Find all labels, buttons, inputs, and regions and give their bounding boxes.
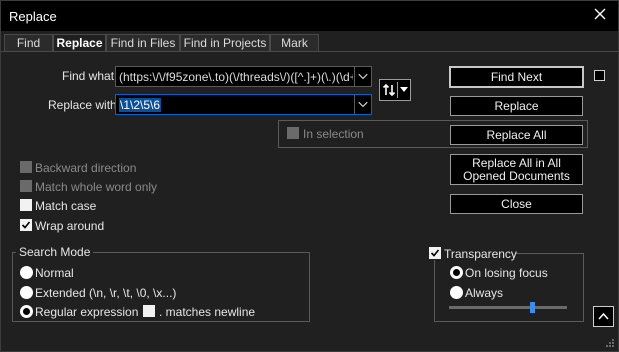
regex-label: Regular expression — [35, 305, 139, 319]
tab-find-in-files[interactable]: Find in Files — [106, 34, 180, 52]
search-mode-title: Search Mode — [16, 245, 94, 259]
checkmark-icon — [430, 249, 440, 257]
always-label: Always — [465, 286, 504, 300]
replace-all-button[interactable]: Replace All — [450, 125, 583, 145]
extended-label: Extended (\n, \r, \t, \0, \x...) — [35, 286, 177, 300]
caret-down-icon[interactable] — [399, 86, 409, 94]
checkmark-icon — [21, 221, 31, 229]
replace-with-input[interactable]: \1\2\5\6 — [119, 98, 353, 112]
chevron-down-icon[interactable] — [354, 95, 371, 114]
match-whole-word-checkbox[interactable] — [20, 180, 32, 192]
find-what-combo[interactable]: (https:\/\/f95zone\.to)(\/threads\/)([^.… — [115, 66, 372, 87]
replace-dialog: Replace Find Replace Find in Files Find … — [0, 0, 619, 352]
in-selection-checkbox[interactable] — [287, 127, 299, 139]
close-icon[interactable] — [592, 6, 608, 22]
swap-divider — [397, 82, 398, 98]
transparency-slider-thumb[interactable] — [530, 302, 535, 313]
tab-divider — [1, 51, 618, 52]
tab-find-in-projects[interactable]: Find in Projects — [180, 34, 270, 52]
match-case-checkbox[interactable] — [20, 199, 32, 211]
on-losing-focus-radio[interactable] — [450, 266, 463, 279]
extended-radio[interactable] — [20, 286, 33, 299]
match-case-label: Match case — [35, 199, 97, 213]
wrap-around-checkbox[interactable] — [20, 219, 32, 231]
on-losing-focus-label: On losing focus — [465, 266, 548, 280]
close-button[interactable]: Close — [450, 194, 583, 214]
match-whole-word-label: Match whole word only — [35, 180, 158, 194]
regex-radio[interactable] — [20, 305, 33, 318]
tab-find[interactable]: Find — [4, 34, 53, 52]
transparency-slider[interactable] — [449, 306, 567, 309]
transparency-checkbox[interactable] — [429, 247, 441, 259]
find-what-label: Find what: — [62, 69, 118, 83]
find-next-checkbox[interactable] — [594, 70, 605, 81]
replace-with-combo[interactable]: \1\2\5\6 — [115, 94, 372, 115]
replace-all-opened-button[interactable]: Replace All in All Opened Documents — [450, 154, 583, 185]
replace-button[interactable]: Replace — [450, 96, 583, 116]
matches-newline-checkbox[interactable] — [143, 305, 155, 317]
transparency-label: Transparency — [444, 247, 517, 261]
tab-mark[interactable]: Mark — [270, 34, 319, 52]
find-next-button[interactable]: Find Next — [449, 66, 584, 88]
collapse-button[interactable] — [593, 306, 614, 327]
swap-arrows-icon — [382, 83, 396, 97]
in-selection-label: In selection — [303, 127, 364, 141]
title-bar: Replace — [1, 1, 618, 31]
window-title: Replace — [9, 9, 57, 24]
always-radio[interactable] — [450, 286, 463, 299]
backward-direction-checkbox[interactable] — [20, 161, 32, 173]
replace-with-label: Replace with: — [48, 98, 121, 112]
find-what-input[interactable]: (https:\/\/f95zone\.to)(\/threads\/)([^.… — [119, 70, 353, 84]
swap-button[interactable] — [379, 79, 411, 101]
normal-radio[interactable] — [20, 266, 33, 279]
chevron-down-icon[interactable] — [354, 67, 371, 86]
backward-direction-label: Backward direction — [35, 161, 137, 175]
resize-grip-icon[interactable] — [605, 338, 615, 348]
normal-label: Normal — [35, 266, 74, 280]
replace-with-selected-text: \1\2\5\6 — [119, 98, 162, 112]
tab-replace[interactable]: Replace — [53, 34, 106, 52]
chevron-up-icon — [598, 312, 609, 320]
matches-newline-label: . matches newline — [159, 305, 256, 319]
wrap-around-label: Wrap around — [35, 219, 105, 233]
